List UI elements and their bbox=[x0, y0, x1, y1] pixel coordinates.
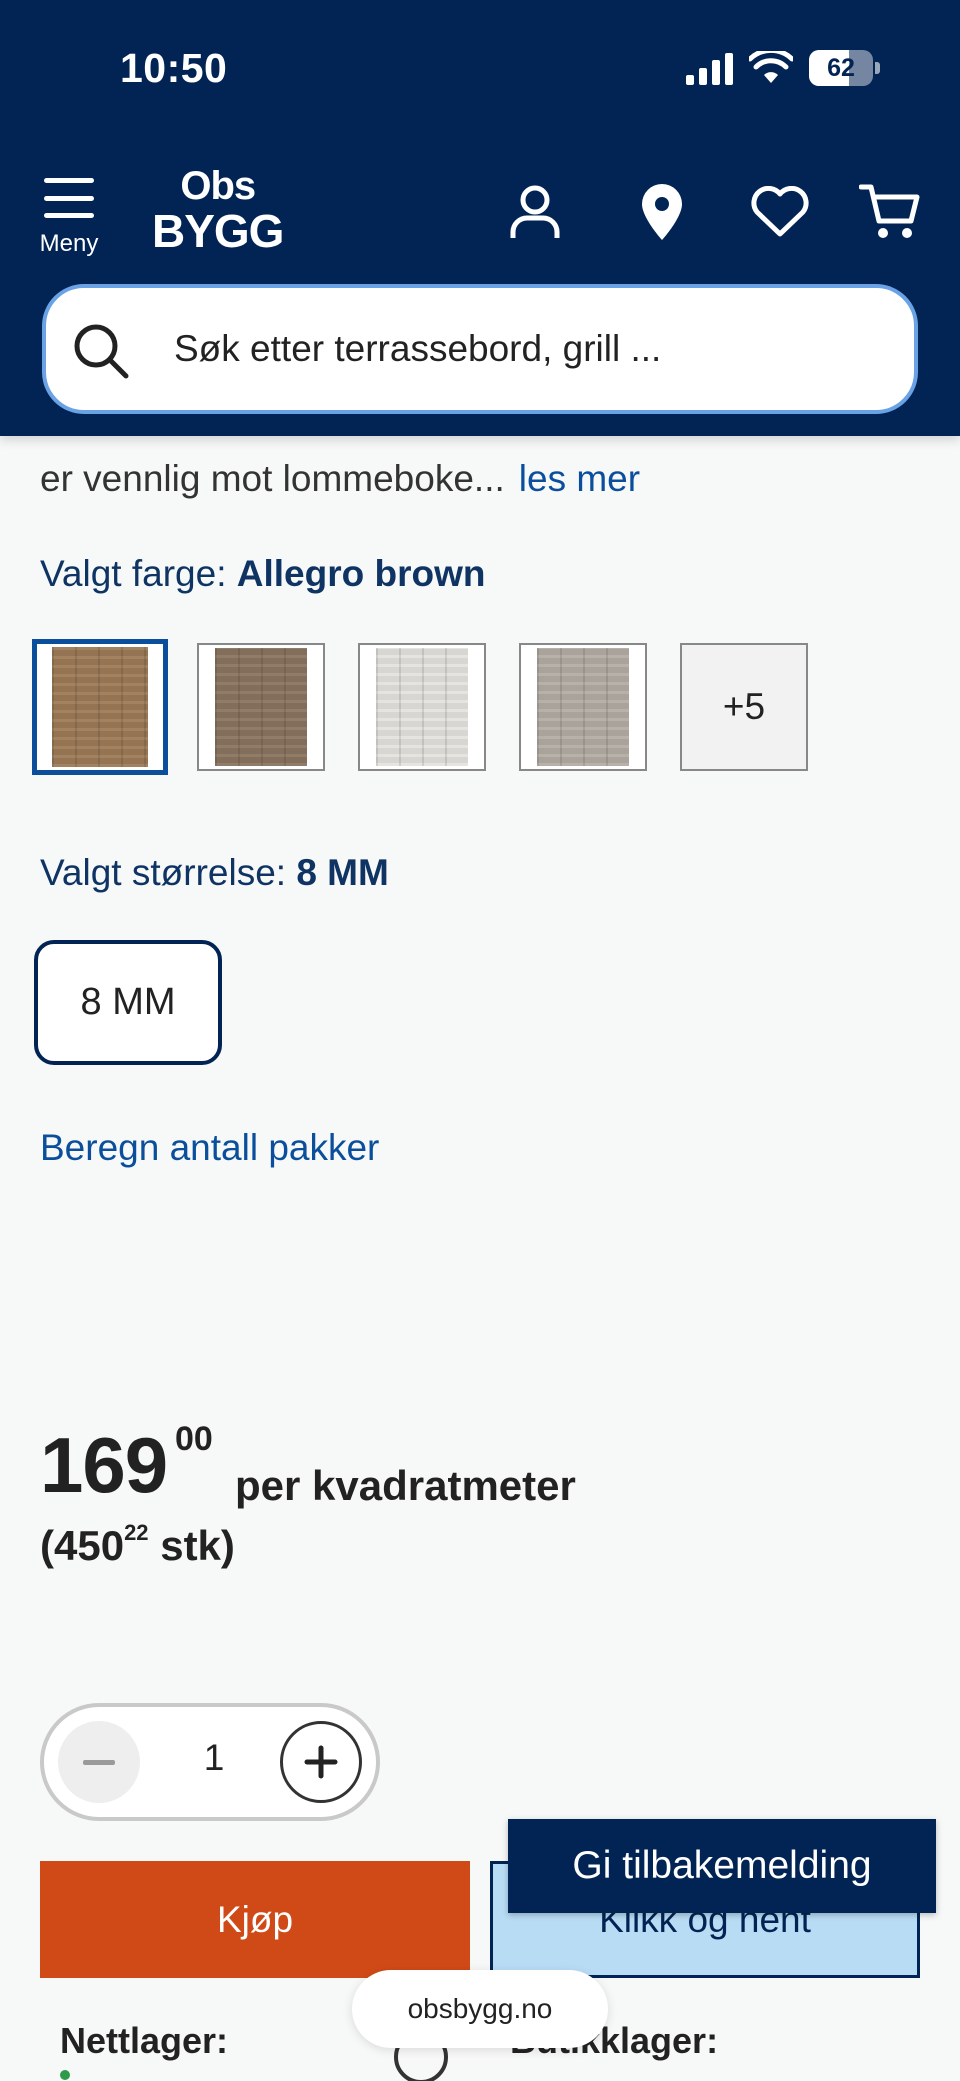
quantity-stepper: 1 bbox=[40, 1703, 380, 1821]
cellular-signal-icon bbox=[686, 51, 733, 85]
read-more-link[interactable]: les mer bbox=[519, 458, 640, 499]
cart-icon[interactable] bbox=[858, 180, 922, 244]
obs-bygg-logo[interactable]: Obs BYGG bbox=[152, 166, 284, 254]
battery-icon: 62 bbox=[809, 50, 873, 86]
user-icon[interactable] bbox=[503, 180, 567, 244]
price-decimals: 00 bbox=[175, 1420, 213, 1458]
browser-url-bar[interactable]: obsbygg.no bbox=[352, 1970, 608, 2048]
selected-size-label: Valgt størrelse: 8 MM bbox=[40, 852, 389, 893]
selected-size-value: 8 MM bbox=[296, 852, 389, 893]
battery-percent: 62 bbox=[827, 53, 855, 82]
search-icon bbox=[74, 324, 129, 379]
status-time: 10:50 bbox=[120, 45, 228, 91]
more-colors-button[interactable]: +5 bbox=[680, 643, 808, 771]
price-per-piece: (45022 stk) bbox=[40, 1520, 235, 1569]
online-stock-label: Nettlager: bbox=[60, 2020, 229, 2061]
selected-color-value: Allegro brown bbox=[236, 553, 486, 594]
search-bar[interactable]: Søk etter terrassebord, grill ... bbox=[42, 284, 918, 414]
search-placeholder[interactable]: Søk etter terrassebord, grill ... bbox=[174, 328, 661, 370]
color-swatch-3[interactable] bbox=[358, 643, 486, 771]
status-icons: 62 bbox=[686, 50, 880, 86]
wood-texture-image bbox=[537, 648, 629, 766]
plus-icon bbox=[304, 1745, 338, 1779]
hamburger-icon bbox=[44, 178, 94, 218]
size-option-8mm[interactable]: 8 MM bbox=[34, 940, 222, 1065]
wood-texture-image bbox=[376, 648, 468, 766]
color-swatch-2[interactable] bbox=[197, 643, 325, 771]
menu-label: Meny bbox=[39, 230, 99, 257]
heart-icon[interactable] bbox=[748, 180, 812, 244]
wifi-icon bbox=[749, 51, 793, 83]
increase-quantity-button[interactable] bbox=[280, 1721, 362, 1803]
price-unit: per kvadratmeter bbox=[235, 1462, 576, 1509]
selected-color-label: Valgt farge: Allegro brown bbox=[40, 553, 486, 594]
color-swatch-4[interactable] bbox=[519, 643, 647, 771]
color-swatch-allegro-brown[interactable] bbox=[32, 639, 168, 775]
calculate-packages-link[interactable]: Beregn antall pakker bbox=[40, 1127, 379, 1169]
wood-texture-image bbox=[52, 647, 148, 767]
product-description: er vennlig mot lommeboke... les mer bbox=[40, 458, 641, 499]
menu-button[interactable]: Meny bbox=[30, 178, 108, 258]
decrease-quantity-button[interactable] bbox=[58, 1721, 140, 1803]
quantity-value[interactable]: 1 bbox=[194, 1737, 234, 1779]
buy-button[interactable]: Kjøp bbox=[40, 1861, 470, 1978]
site-header: 10:50 62 Meny Obs BYGG Søk etter terrass… bbox=[0, 0, 960, 436]
wood-texture-image bbox=[215, 648, 307, 766]
feedback-button[interactable]: Gi tilbakemelding bbox=[508, 1819, 936, 1913]
minus-icon bbox=[83, 1759, 115, 1765]
price-main: 169 bbox=[40, 1421, 168, 1509]
stock-status-dot bbox=[60, 2070, 70, 2080]
location-pin-icon[interactable] bbox=[630, 180, 694, 244]
